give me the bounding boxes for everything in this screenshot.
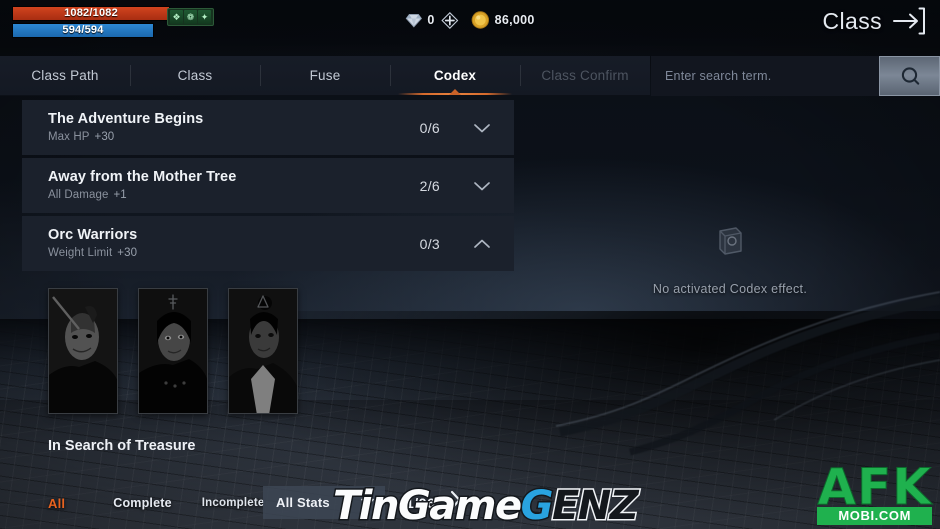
exit-arrow-icon bbox=[893, 7, 925, 35]
main-tab-bar: Class Path Class Fuse Codex Class Confir… bbox=[0, 56, 650, 96]
codex-row-stat-label: Max HP bbox=[48, 131, 90, 143]
search-icon bbox=[901, 67, 919, 85]
codex-row-stat-label: All Damage bbox=[48, 189, 109, 201]
orc-warriors-card-grid bbox=[22, 274, 514, 436]
orc-warrior-card-2[interactable] bbox=[138, 288, 208, 414]
class-emblem-icon bbox=[257, 295, 269, 308]
orc-warrior-card-3[interactable] bbox=[228, 288, 298, 414]
tab-codex-label: Codex bbox=[433, 68, 477, 83]
diamond-currency[interactable]: 0 bbox=[405, 13, 434, 28]
search-input[interactable]: Enter search term. bbox=[651, 56, 879, 96]
tab-class[interactable]: Class bbox=[130, 56, 260, 95]
tab-class-path-label: Class Path bbox=[31, 68, 99, 83]
search-bar: Enter search term. bbox=[651, 56, 940, 96]
watermark-afkmobi: AFK MOBI.COM bbox=[817, 462, 932, 525]
buff-icon-1[interactable]: ❖ bbox=[170, 10, 183, 24]
codex-row-stat-value: +30 bbox=[117, 247, 138, 259]
player-vitals: 1082/1082 594/594 bbox=[12, 6, 170, 38]
search-button[interactable] bbox=[879, 56, 940, 96]
currency-tray: 0 86,000 bbox=[405, 11, 534, 29]
diamond-icon bbox=[405, 13, 422, 28]
codex-row-stat-value: +1 bbox=[113, 189, 127, 201]
codex-list[interactable]: The Adventure Begins Max HP +30 0/6 Away … bbox=[22, 100, 514, 529]
stat-filter-label: All Stats bbox=[276, 495, 330, 510]
codex-row-count: 0/3 bbox=[419, 235, 440, 252]
codex-book-icon bbox=[719, 227, 742, 255]
tab-fuse[interactable]: Fuse bbox=[260, 56, 390, 95]
gold-currency[interactable]: 86,000 bbox=[471, 11, 535, 29]
diamond-value: 0 bbox=[427, 13, 435, 27]
buff-icon-tray: ❖ ❁ ✦ bbox=[167, 8, 214, 26]
codex-row-in-search-of-treasure[interactable]: In Search of Treasure bbox=[22, 438, 514, 458]
gold-coin-icon bbox=[471, 11, 490, 29]
codex-effect-panel: No activated Codex effect. bbox=[600, 225, 860, 296]
hp-bar: 1082/1082 bbox=[12, 6, 170, 21]
tab-class-path[interactable]: Class Path bbox=[0, 56, 130, 95]
filter-all[interactable]: All bbox=[48, 496, 65, 511]
codex-row-stat-label: Weight Limit bbox=[48, 247, 113, 259]
gold-value: 86,000 bbox=[494, 13, 535, 27]
tab-active-indicator bbox=[449, 89, 461, 95]
filter-complete[interactable]: Complete bbox=[113, 496, 172, 510]
codex-row-count: 2/6 bbox=[419, 177, 440, 194]
codex-row-stat-value: +30 bbox=[94, 131, 115, 143]
chevron-down-icon[interactable] bbox=[472, 118, 492, 138]
codex-row-away-from-mother-tree[interactable]: Away from the Mother Tree All Damage +1 2… bbox=[22, 158, 514, 213]
filter-incomplete[interactable]: Incomplete bbox=[202, 497, 265, 509]
codex-effect-message: No activated Codex effect. bbox=[652, 282, 808, 296]
mp-bar: 594/594 bbox=[12, 23, 154, 38]
buff-icon-3[interactable]: ✦ bbox=[198, 10, 211, 24]
tab-class-label: Class bbox=[177, 68, 213, 83]
class-exit-button[interactable]: Class bbox=[822, 6, 926, 36]
watermark-tingamegenz: TinGameGENZ bbox=[332, 483, 641, 529]
search-placeholder: Enter search term. bbox=[665, 69, 772, 83]
tab-class-confirm-label: Class Confirm bbox=[541, 68, 629, 83]
character-portrait bbox=[49, 289, 117, 413]
tab-class-confirm: Class Confirm bbox=[520, 56, 650, 95]
chevron-down-icon[interactable] bbox=[472, 176, 492, 196]
hp-bar-label: 1082/1082 bbox=[64, 7, 118, 19]
watermark-tingame-part1: TinGame bbox=[332, 483, 524, 529]
add-currency-button[interactable] bbox=[441, 11, 459, 29]
top-hud: 1082/1082 594/594 ❖ ❁ ✦ 0 86,000 Class bbox=[0, 0, 940, 52]
mp-bar-label: 594/594 bbox=[62, 24, 104, 36]
codex-row-count: 0/6 bbox=[419, 119, 440, 136]
codex-row-title: In Search of Treasure bbox=[48, 438, 196, 454]
codex-row-orc-warriors[interactable]: Orc Warriors Weight Limit +30 0/3 bbox=[22, 216, 514, 271]
plus-icon bbox=[441, 11, 459, 29]
chevron-up-icon[interactable] bbox=[472, 234, 492, 254]
class-exit-label: Class bbox=[822, 7, 882, 34]
tab-codex[interactable]: Codex bbox=[390, 56, 520, 95]
watermark-tingame-part3: ENZ bbox=[550, 483, 640, 529]
tab-fuse-label: Fuse bbox=[309, 68, 341, 83]
buff-icon-2[interactable]: ❁ bbox=[184, 10, 197, 24]
watermark-tingame-part2: G bbox=[519, 483, 555, 529]
orc-warrior-card-1[interactable] bbox=[48, 288, 118, 414]
class-emblem-icon bbox=[168, 294, 178, 310]
codex-row-adventure-begins[interactable]: The Adventure Begins Max HP +30 0/6 bbox=[22, 100, 514, 155]
